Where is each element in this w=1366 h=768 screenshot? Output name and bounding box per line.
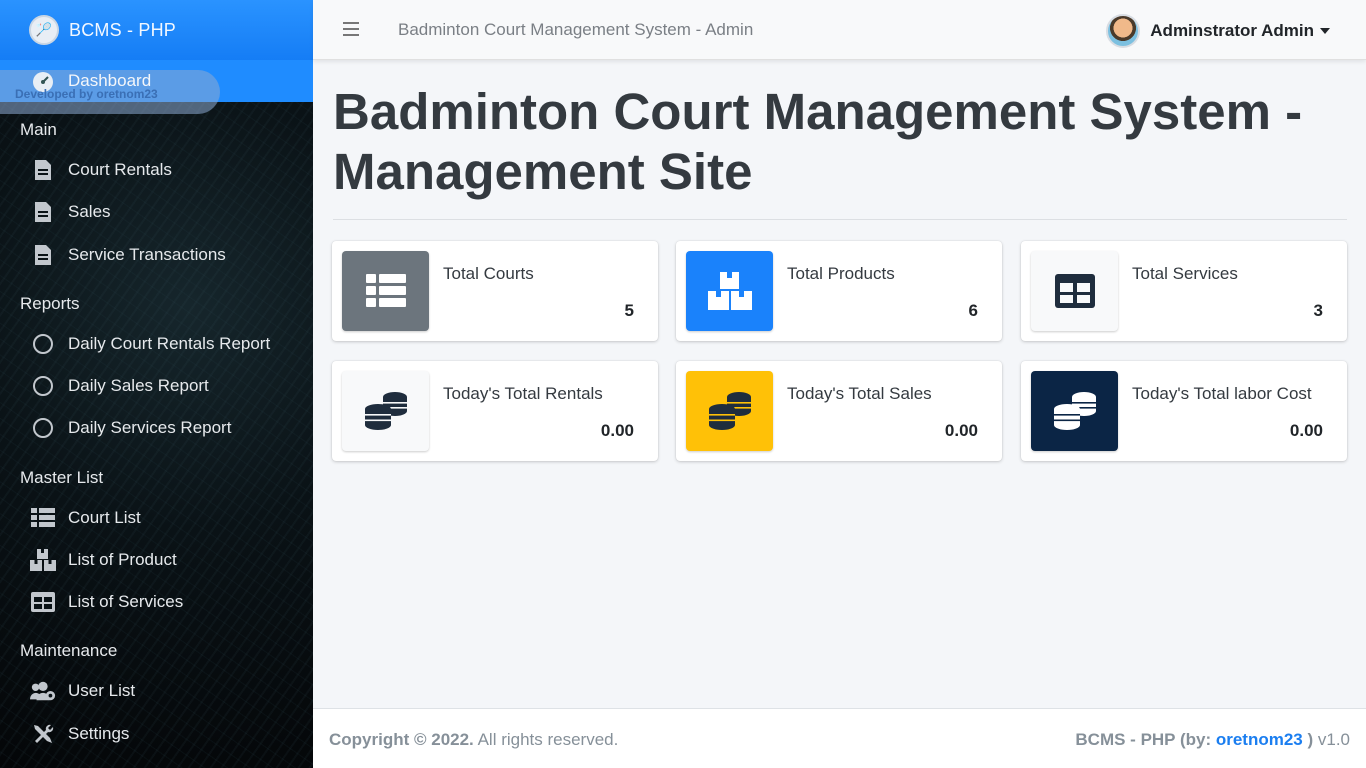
footer-credits: BCMS - PHP (by: oretnom23 ) v1.0 — [1075, 730, 1350, 750]
coins-icon — [686, 371, 773, 451]
brand-logo-icon: 🏸 — [29, 15, 59, 45]
avatar — [1106, 14, 1141, 48]
file-icon — [30, 242, 56, 268]
sidebar-item-label: Sales — [68, 202, 111, 221]
table-icon — [30, 589, 56, 615]
info-box-total-courts: Total Courts 5 — [332, 241, 658, 341]
circle-icon — [30, 415, 56, 441]
info-box-label: Today's Total Sales — [787, 384, 932, 403]
sidebar-item-label: List of Services — [68, 592, 184, 611]
sidebar-item-list-of-services[interactable]: List of Services — [30, 587, 183, 617]
footer-app-name: BCMS - PHP (by: — [1075, 730, 1216, 749]
info-box-value: 0.00 — [944, 421, 978, 440]
sidebar-item-label: Court List — [68, 508, 141, 527]
info-box-todays-total-labor-cost: Today's Total labor Cost 0.00 — [1021, 361, 1347, 461]
footer-paren: ) — [1302, 730, 1314, 749]
info-box-value: 6 — [968, 301, 978, 320]
section-maintenance: Maintenance — [20, 641, 118, 660]
sidebar-item-service-transactions[interactable]: Service Transactions — [30, 240, 226, 270]
tools-icon — [30, 721, 56, 747]
coins-icon — [1031, 371, 1118, 451]
info-box-value: 3 — [1313, 301, 1323, 320]
sidebar-item-settings[interactable]: Settings — [30, 719, 129, 749]
info-box-label: Today's Total labor Cost — [1132, 384, 1312, 403]
developer-badge: Developed by oretnom23 — [15, 87, 158, 101]
copyright-year: Copyright © 2022. — [329, 730, 474, 749]
sidebar-item-daily-sales-report[interactable]: Daily Sales Report — [30, 371, 209, 401]
th-list-icon — [342, 251, 429, 331]
coins-icon — [342, 371, 429, 451]
users-cog-icon — [30, 678, 56, 704]
circle-icon — [30, 373, 56, 399]
user-menu-dropdown[interactable]: Adminstrator Admin — [1106, 14, 1330, 48]
info-box-total-services: Total Services 3 — [1021, 241, 1347, 341]
divider — [333, 219, 1347, 220]
copyright-rest: All rights reserved. — [473, 730, 619, 749]
th-list-icon — [30, 505, 56, 531]
footer-copyright: Copyright © 2022. All rights reserved. — [329, 730, 618, 750]
section-reports: Reports — [20, 294, 80, 313]
author-link[interactable]: oretnom23 — [1216, 730, 1303, 749]
sidebar-item-sales[interactable]: Sales — [30, 197, 111, 227]
sidebar-item-list-of-product[interactable]: List of Product — [30, 545, 177, 575]
navbar-title: Badminton Court Management System - Admi… — [398, 20, 754, 39]
info-box-value: 5 — [624, 301, 634, 320]
info-box-value: 0.00 — [1289, 421, 1323, 440]
sidebar: 🏸 BCMS - PHP Dashboard Developed by oret… — [0, 0, 313, 768]
sidebar-item-label: List of Product — [68, 550, 177, 569]
menu-toggle-icon[interactable] — [343, 22, 359, 36]
info-box-todays-total-sales: Today's Total Sales 0.00 — [676, 361, 1002, 461]
sidebar-item-label: Court Rentals — [68, 160, 172, 179]
brand-link[interactable]: 🏸 BCMS - PHP — [0, 0, 313, 60]
info-box-label: Total Courts — [443, 264, 534, 283]
sidebar-item-label: User List — [68, 681, 136, 700]
boxes-icon — [30, 547, 56, 573]
page-title: Badminton Court Management System - Mana… — [333, 83, 1303, 200]
circle-icon — [30, 331, 56, 357]
sidebar-item-court-list[interactable]: Court List — [30, 503, 141, 533]
sidebar-item-daily-court-rentals-report[interactable]: Daily Court Rentals Report — [30, 329, 270, 359]
section-master-list: Master List — [20, 468, 104, 487]
sidebar-item-label: Daily Court Rentals Report — [68, 334, 271, 353]
boxes-icon — [686, 251, 773, 331]
info-box-value: 0.00 — [600, 421, 634, 440]
sidebar-item-label: Service Transactions — [68, 245, 226, 264]
footer: Copyright © 2022. All rights reserved. B… — [313, 708, 1366, 768]
sidebar-item-user-list[interactable]: User List — [30, 676, 135, 706]
info-box-label: Today's Total Rentals — [443, 384, 603, 403]
sidebar-item-court-rentals[interactable]: Court Rentals — [30, 155, 172, 185]
file-icon — [30, 157, 56, 183]
info-box-total-products: Total Products 6 — [676, 241, 1002, 341]
table-icon — [1031, 251, 1118, 331]
section-main: Main — [20, 120, 57, 139]
caret-down-icon — [1320, 28, 1330, 34]
info-box-label: Total Products — [787, 264, 895, 283]
sidebar-item-label: Daily Services Report — [68, 418, 232, 437]
file-icon — [30, 199, 56, 225]
sidebar-item-label: Settings — [68, 724, 130, 743]
sidebar-item-daily-services-report[interactable]: Daily Services Report — [30, 413, 231, 443]
footer-version: v1.0 — [1313, 730, 1350, 749]
user-name: Adminstrator Admin — [1150, 21, 1314, 40]
top-navbar: Badminton Court Management System - Admi… — [313, 0, 1366, 60]
brand-name: BCMS - PHP — [69, 19, 177, 40]
info-box-todays-total-rentals: Today's Total Rentals 0.00 — [332, 361, 658, 461]
info-box-label: Total Services — [1132, 264, 1238, 283]
sidebar-item-label: Daily Sales Report — [68, 376, 209, 395]
